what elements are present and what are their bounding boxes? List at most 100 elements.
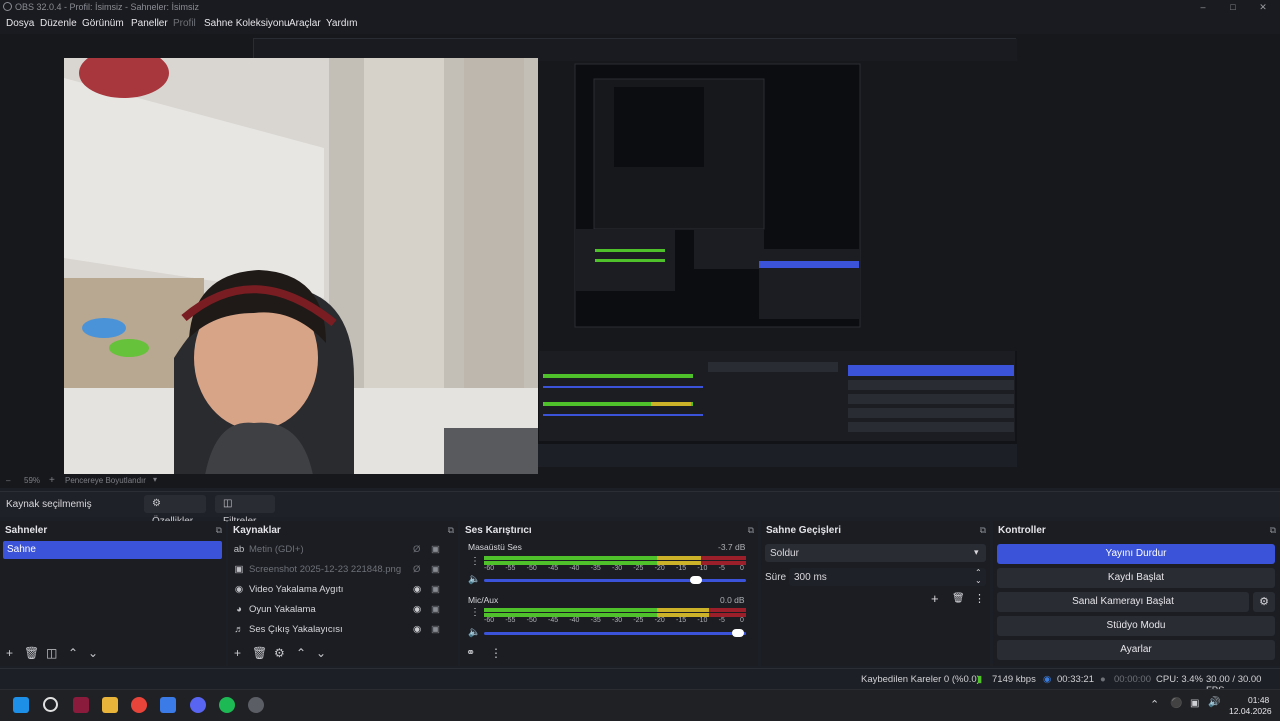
- kebab-menu-icon[interactable]: ⋮: [490, 646, 502, 660]
- app-icon[interactable]: [160, 697, 176, 713]
- maximize-icon[interactable]: □: [1218, 0, 1248, 15]
- windows-start-icon[interactable]: [13, 697, 29, 713]
- undock-icon[interactable]: ⧉: [216, 521, 222, 540]
- zoom-in-icon[interactable]: +: [49, 475, 55, 486]
- eye-hidden-icon[interactable]: Ø: [413, 560, 420, 580]
- duration-spinbox[interactable]: 300 ms ⌃ ⌄: [789, 568, 986, 586]
- source-name: Screenshot 2025-12-23 221848.png: [249, 564, 402, 575]
- scene-item[interactable]: Sahne: [3, 541, 222, 559]
- stop-stream-button[interactable]: Yayını Durdur: [997, 544, 1275, 564]
- db-tick-label: -30: [612, 617, 623, 624]
- chevron-down-icon[interactable]: ⌄: [975, 576, 982, 585]
- db-tick-label: -10: [697, 617, 708, 624]
- menu-araclar[interactable]: Araçlar: [289, 18, 321, 29]
- fit-to-window-label[interactable]: Pencereye Boyutlandır: [65, 476, 146, 485]
- undock-icon[interactable]: ⧉: [980, 521, 986, 540]
- start-virtual-camera-button[interactable]: Sanal Kamerayı Başlat: [997, 592, 1249, 612]
- menu-yardim[interactable]: Yardım: [326, 18, 358, 29]
- transition-select[interactable]: Soldur ▾: [765, 544, 986, 562]
- obs-logo-icon: [3, 2, 12, 11]
- volume-icon[interactable]: 🔊: [1208, 697, 1220, 708]
- kebab-menu-icon[interactable]: ⋮: [470, 607, 480, 618]
- menu-sahne-koleksiyonu[interactable]: Sahne Koleksiyonu: [204, 18, 290, 29]
- add-source-icon[interactable]: +: [234, 646, 241, 660]
- eye-hidden-icon[interactable]: Ø: [413, 540, 420, 560]
- close-icon[interactable]: ✕: [1248, 0, 1278, 15]
- studio-mode-button[interactable]: Stüdyo Modu: [997, 616, 1275, 636]
- menu-duzenle[interactable]: Düzenle: [40, 18, 77, 29]
- source-row[interactable]: ◉ Video Yakalama Aygıtı ◉ ▣: [230, 580, 452, 600]
- bitrate: 7149 kbps: [992, 674, 1036, 685]
- lock-icon[interactable]: ▣: [431, 560, 440, 580]
- eye-icon[interactable]: ◉: [413, 600, 421, 620]
- source-row[interactable]: ▣ Screenshot 2025-12-23 221848.png Ø ▣: [230, 560, 452, 580]
- kebab-menu-icon[interactable]: ⋮: [974, 592, 985, 605]
- volume-slider[interactable]: [484, 629, 746, 637]
- move-up-icon[interactable]: ⌃: [68, 646, 78, 660]
- add-transition-icon[interactable]: +: [931, 591, 939, 606]
- gear-icon[interactable]: ⚙: [1253, 592, 1275, 612]
- trash-icon[interactable]: 🗑: [24, 646, 39, 660]
- volume-slider-knob[interactable]: [690, 576, 703, 584]
- undock-icon[interactable]: ⧉: [1270, 521, 1276, 540]
- volume-slider[interactable]: [484, 576, 746, 584]
- db-tick-label: -40: [569, 617, 580, 624]
- lock-icon[interactable]: ▣: [431, 540, 440, 560]
- undock-icon[interactable]: ⧉: [748, 521, 754, 540]
- scene-filters-icon[interactable]: ◫: [46, 646, 57, 660]
- source-properties-icon[interactable]: ⚙: [274, 646, 285, 660]
- meter-yellow-segment: [656, 608, 710, 612]
- speaker-icon[interactable]: 🔈: [468, 574, 480, 585]
- source-row[interactable]: ◕ Oyun Yakalama ◉ ▣: [230, 600, 452, 620]
- move-up-icon[interactable]: ⌃: [296, 646, 306, 660]
- app-icon[interactable]: [73, 697, 89, 713]
- source-name: Oyun Yakalama: [249, 604, 316, 615]
- eye-icon[interactable]: ◉: [413, 620, 421, 640]
- lock-icon[interactable]: ▣: [431, 600, 440, 620]
- network-icon[interactable]: ▣: [1190, 698, 1199, 709]
- trash-icon[interactable]: 🗑: [252, 646, 267, 660]
- move-down-icon[interactable]: ⌄: [316, 646, 326, 660]
- lock-icon[interactable]: ▣: [431, 620, 440, 640]
- zoom-out-icon[interactable]: –: [6, 476, 10, 485]
- spotify-icon[interactable]: [219, 697, 235, 713]
- chevron-down-icon[interactable]: ▾: [153, 475, 157, 484]
- minimize-icon[interactable]: –: [1188, 0, 1218, 15]
- file-explorer-icon[interactable]: [102, 697, 118, 713]
- trash-icon[interactable]: 🗑: [952, 593, 965, 604]
- source-name: Ses Çıkış Yakalayıcısı: [249, 624, 343, 635]
- filters-button[interactable]: ◫ Filtreler: [215, 495, 275, 527]
- db-tick-label: -35: [590, 565, 601, 572]
- obs-icon[interactable]: [248, 697, 264, 713]
- start-recording-button[interactable]: Kaydı Başlat: [997, 568, 1275, 588]
- chrome-icon[interactable]: [131, 697, 147, 713]
- discord-icon[interactable]: [190, 697, 206, 713]
- menu-gorunum[interactable]: Görünüm: [82, 18, 124, 29]
- search-icon[interactable]: [43, 697, 58, 712]
- db-tick-label: -55: [505, 617, 516, 624]
- controls-title: Kontroller ⧉: [993, 521, 1280, 540]
- channel-db: -3.7 dB: [718, 542, 746, 552]
- db-tick-label: -15: [676, 565, 687, 572]
- move-down-icon[interactable]: ⌄: [88, 646, 98, 660]
- add-scene-icon[interactable]: +: [6, 646, 13, 660]
- link-icon[interactable]: ⚭: [466, 646, 475, 659]
- kebab-menu-icon[interactable]: ⋮: [470, 556, 480, 567]
- volume-slider-knob[interactable]: [732, 629, 745, 637]
- chevron-up-icon[interactable]: ⌃: [1150, 698, 1159, 711]
- menu-paneller[interactable]: Paneller: [131, 18, 168, 29]
- menu-profil[interactable]: Profil: [173, 18, 196, 29]
- settings-button[interactable]: Ayarlar: [997, 640, 1275, 660]
- properties-button[interactable]: ⚙ Özellikler: [144, 495, 206, 527]
- speaker-icon[interactable]: 🔈: [468, 627, 480, 638]
- source-row[interactable]: ♬ Ses Çıkış Yakalayıcısı ◉ ▣: [230, 620, 452, 640]
- lock-icon[interactable]: ▣: [431, 580, 440, 600]
- db-tick-label: -25: [633, 617, 644, 624]
- menu-dosya[interactable]: Dosya: [6, 18, 34, 29]
- microphone-icon[interactable]: ⚫: [1170, 698, 1182, 709]
- source-row[interactable]: ab Metin (GDI+) Ø ▣: [230, 540, 452, 560]
- eye-icon[interactable]: ◉: [413, 580, 421, 600]
- webcam-feed: [64, 58, 538, 481]
- db-tick-label: -50: [526, 565, 537, 572]
- undock-icon[interactable]: ⧉: [448, 521, 454, 540]
